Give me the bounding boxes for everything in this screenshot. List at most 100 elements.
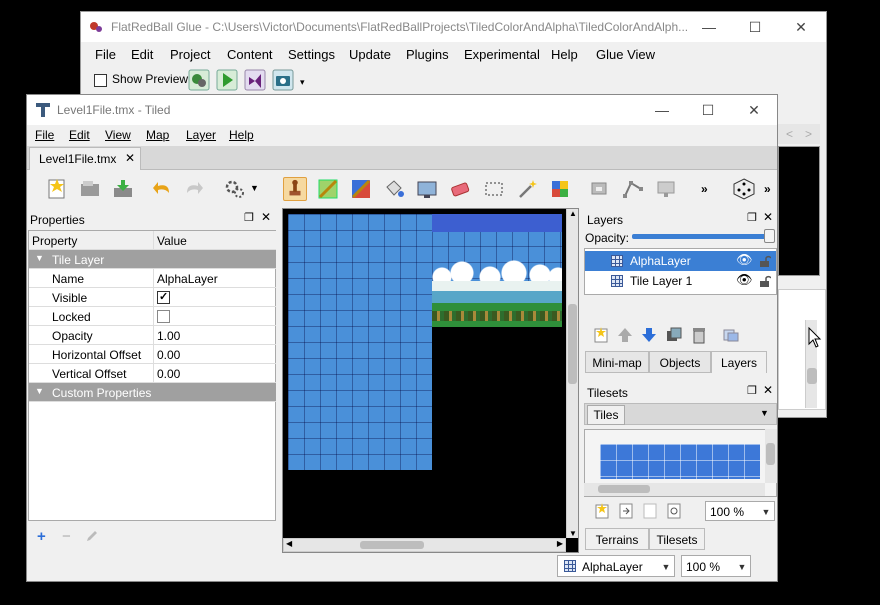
custom-properties-group[interactable]: ▼ Custom Properties	[29, 383, 276, 402]
shape-fill-icon[interactable]	[415, 177, 439, 201]
glue-titlebar[interactable]: FlatRedBall Glue - C:\Users\Victor\Docum…	[81, 12, 826, 42]
properties-float-icon[interactable]: ❐	[244, 211, 254, 224]
property-value[interactable]: AlphaLayer	[157, 272, 218, 286]
save-map-icon[interactable]	[111, 177, 135, 201]
glue-refresh-icon[interactable]	[188, 69, 210, 91]
property-value[interactable]: 0.00	[157, 367, 180, 381]
scroll-left-icon[interactable]: ◀	[286, 539, 292, 548]
tiled-menu-edit[interactable]: Edit	[69, 128, 90, 142]
glue-maximize-button[interactable]: ☐	[732, 12, 778, 42]
layers-close-icon[interactable]: ✕	[763, 210, 773, 224]
property-value[interactable]: 1.00	[157, 329, 180, 343]
new-layer-icon[interactable]	[592, 326, 610, 344]
document-tab-close-icon[interactable]: ✕	[125, 151, 135, 165]
remove-property-icon[interactable]: −	[62, 528, 71, 545]
current-layer-combo[interactable]: AlphaLayer ▼	[557, 555, 675, 577]
glue-menu-experimental[interactable]: Experimental	[464, 47, 540, 62]
property-row-vertical-offset[interactable]: Vertical Offset 0.00	[29, 364, 276, 383]
properties-close-icon[interactable]: ✕	[261, 210, 271, 224]
property-row-visible[interactable]: Visible ✓	[29, 288, 276, 307]
toolbar-more-2-icon[interactable]: »	[764, 182, 771, 196]
opacity-slider-handle[interactable]	[764, 229, 775, 243]
map-zoom-combo[interactable]: 100 % ▼	[681, 555, 751, 577]
layer-row-alphalayer[interactable]: AlphaLayer 👁	[585, 251, 776, 271]
tilesets-float-icon[interactable]: ❐	[747, 384, 757, 397]
tiled-close-button[interactable]: ✕	[731, 95, 777, 125]
toolbar-overflow-icon[interactable]: ▾	[300, 77, 305, 88]
visibility-eye-icon[interactable]: 👁	[736, 272, 753, 288]
tiled-menu-view[interactable]: View	[105, 128, 131, 142]
tiled-menu-layer[interactable]: Layer	[186, 128, 216, 142]
tab-layers[interactable]: Layers	[711, 351, 767, 373]
toolbar-more-icon[interactable]: »	[701, 182, 708, 196]
scroll-right-icon[interactable]: ▶	[557, 539, 563, 548]
tiled-menu-map[interactable]: Map	[146, 128, 169, 142]
opacity-slider[interactable]	[632, 234, 772, 239]
layer-row-tile-layer-1[interactable]: Tile Layer 1 👁	[585, 271, 776, 291]
new-tileset-icon[interactable]	[593, 502, 611, 520]
nav-forward-icon[interactable]: >	[805, 127, 812, 141]
tileset-horizontal-scrollbar[interactable]	[584, 483, 765, 496]
raise-layer-icon[interactable]	[616, 326, 634, 344]
tab-objects[interactable]: Objects	[649, 351, 711, 373]
wang-brush-icon[interactable]	[349, 177, 373, 201]
visual-studio-icon[interactable]	[244, 69, 266, 91]
document-tab[interactable]: Level1File.tmx ✕	[29, 147, 141, 170]
random-mode-dice-icon[interactable]	[732, 177, 756, 201]
stamp-brush-icon[interactable]	[283, 177, 307, 201]
new-map-icon[interactable]	[45, 177, 69, 201]
property-row-name[interactable]: Name AlphaLayer	[29, 269, 276, 288]
tileset-tiles[interactable]	[600, 444, 760, 479]
property-value[interactable]: 0.00	[157, 348, 180, 362]
tiled-maximize-button[interactable]: ☐	[685, 95, 731, 125]
tiled-menu-help[interactable]: Help	[229, 128, 254, 142]
map-horizontal-scrollbar[interactable]: ◀ ▶	[283, 538, 566, 552]
glue-menu-update[interactable]: Update	[349, 47, 391, 62]
lock-open-icon[interactable]	[759, 274, 771, 288]
tiled-titlebar[interactable]: Level1File.tmx - Tiled — ☐ ✕	[27, 95, 777, 125]
commands-dropdown-icon[interactable]: ▼	[250, 183, 259, 193]
tab-mini-map[interactable]: Mini-map	[585, 351, 649, 373]
tab-terrains[interactable]: Terrains	[585, 528, 649, 550]
insert-rectangle-icon[interactable]	[654, 177, 678, 201]
glue-menu-file[interactable]: File	[95, 47, 116, 62]
tileset-tab-tiles[interactable]: Tiles	[587, 405, 625, 425]
glue-run-icon[interactable]	[216, 69, 238, 91]
glue-menu-help[interactable]: Help	[551, 47, 578, 62]
tilesets-menu-icon[interactable]: ▼	[760, 408, 769, 418]
lower-layer-icon[interactable]	[640, 326, 658, 344]
glue-menu-edit[interactable]: Edit	[131, 47, 153, 62]
glue-menu-settings[interactable]: Settings	[288, 47, 335, 62]
glue-menu-content[interactable]: Content	[227, 47, 273, 62]
terrain-brush-icon[interactable]	[316, 177, 340, 201]
show-preview-checkbox[interactable]	[94, 74, 107, 87]
edit-property-pencil-icon[interactable]	[85, 529, 99, 543]
map-canvas[interactable]: ▲ ▼ ◀ ▶	[282, 208, 579, 553]
glue-menu-project[interactable]: Project	[170, 47, 210, 62]
camera-icon[interactable]	[272, 69, 294, 91]
import-tileset-icon[interactable]	[617, 502, 635, 520]
tilesets-close-icon[interactable]: ✕	[763, 383, 773, 397]
scroll-down-icon[interactable]: ▼	[569, 529, 577, 538]
glue-menu-plugins[interactable]: Plugins	[406, 47, 449, 62]
magic-wand-icon[interactable]	[515, 177, 539, 201]
lock-open-icon[interactable]	[759, 254, 771, 268]
delete-layer-icon[interactable]	[690, 326, 708, 344]
glue-menu-glue-view[interactable]: Glue View	[596, 47, 655, 62]
duplicate-layer-icon[interactable]	[665, 326, 683, 344]
visible-checkbox[interactable]: ✓	[157, 291, 170, 304]
locked-checkbox[interactable]	[157, 310, 170, 323]
property-row-locked[interactable]: Locked	[29, 307, 276, 326]
tileset-zoom-combo[interactable]: 100 % ▼	[705, 501, 775, 521]
glue-minimize-button[interactable]: —	[686, 12, 732, 42]
tile-layer-group[interactable]: ▼ Tile Layer	[29, 250, 276, 269]
select-same-tile-icon[interactable]	[548, 177, 572, 201]
edit-polygons-icon[interactable]	[621, 177, 645, 201]
rectangular-select-icon[interactable]	[482, 177, 506, 201]
edit-tileset-icon[interactable]	[665, 502, 683, 520]
scroll-up-icon[interactable]: ▲	[569, 209, 577, 218]
nav-back-icon[interactable]: <	[786, 127, 793, 141]
map-vertical-scrollbar[interactable]: ▲ ▼	[566, 209, 578, 538]
commands-gear-icon[interactable]	[223, 177, 247, 201]
add-property-icon[interactable]: +	[37, 528, 46, 545]
